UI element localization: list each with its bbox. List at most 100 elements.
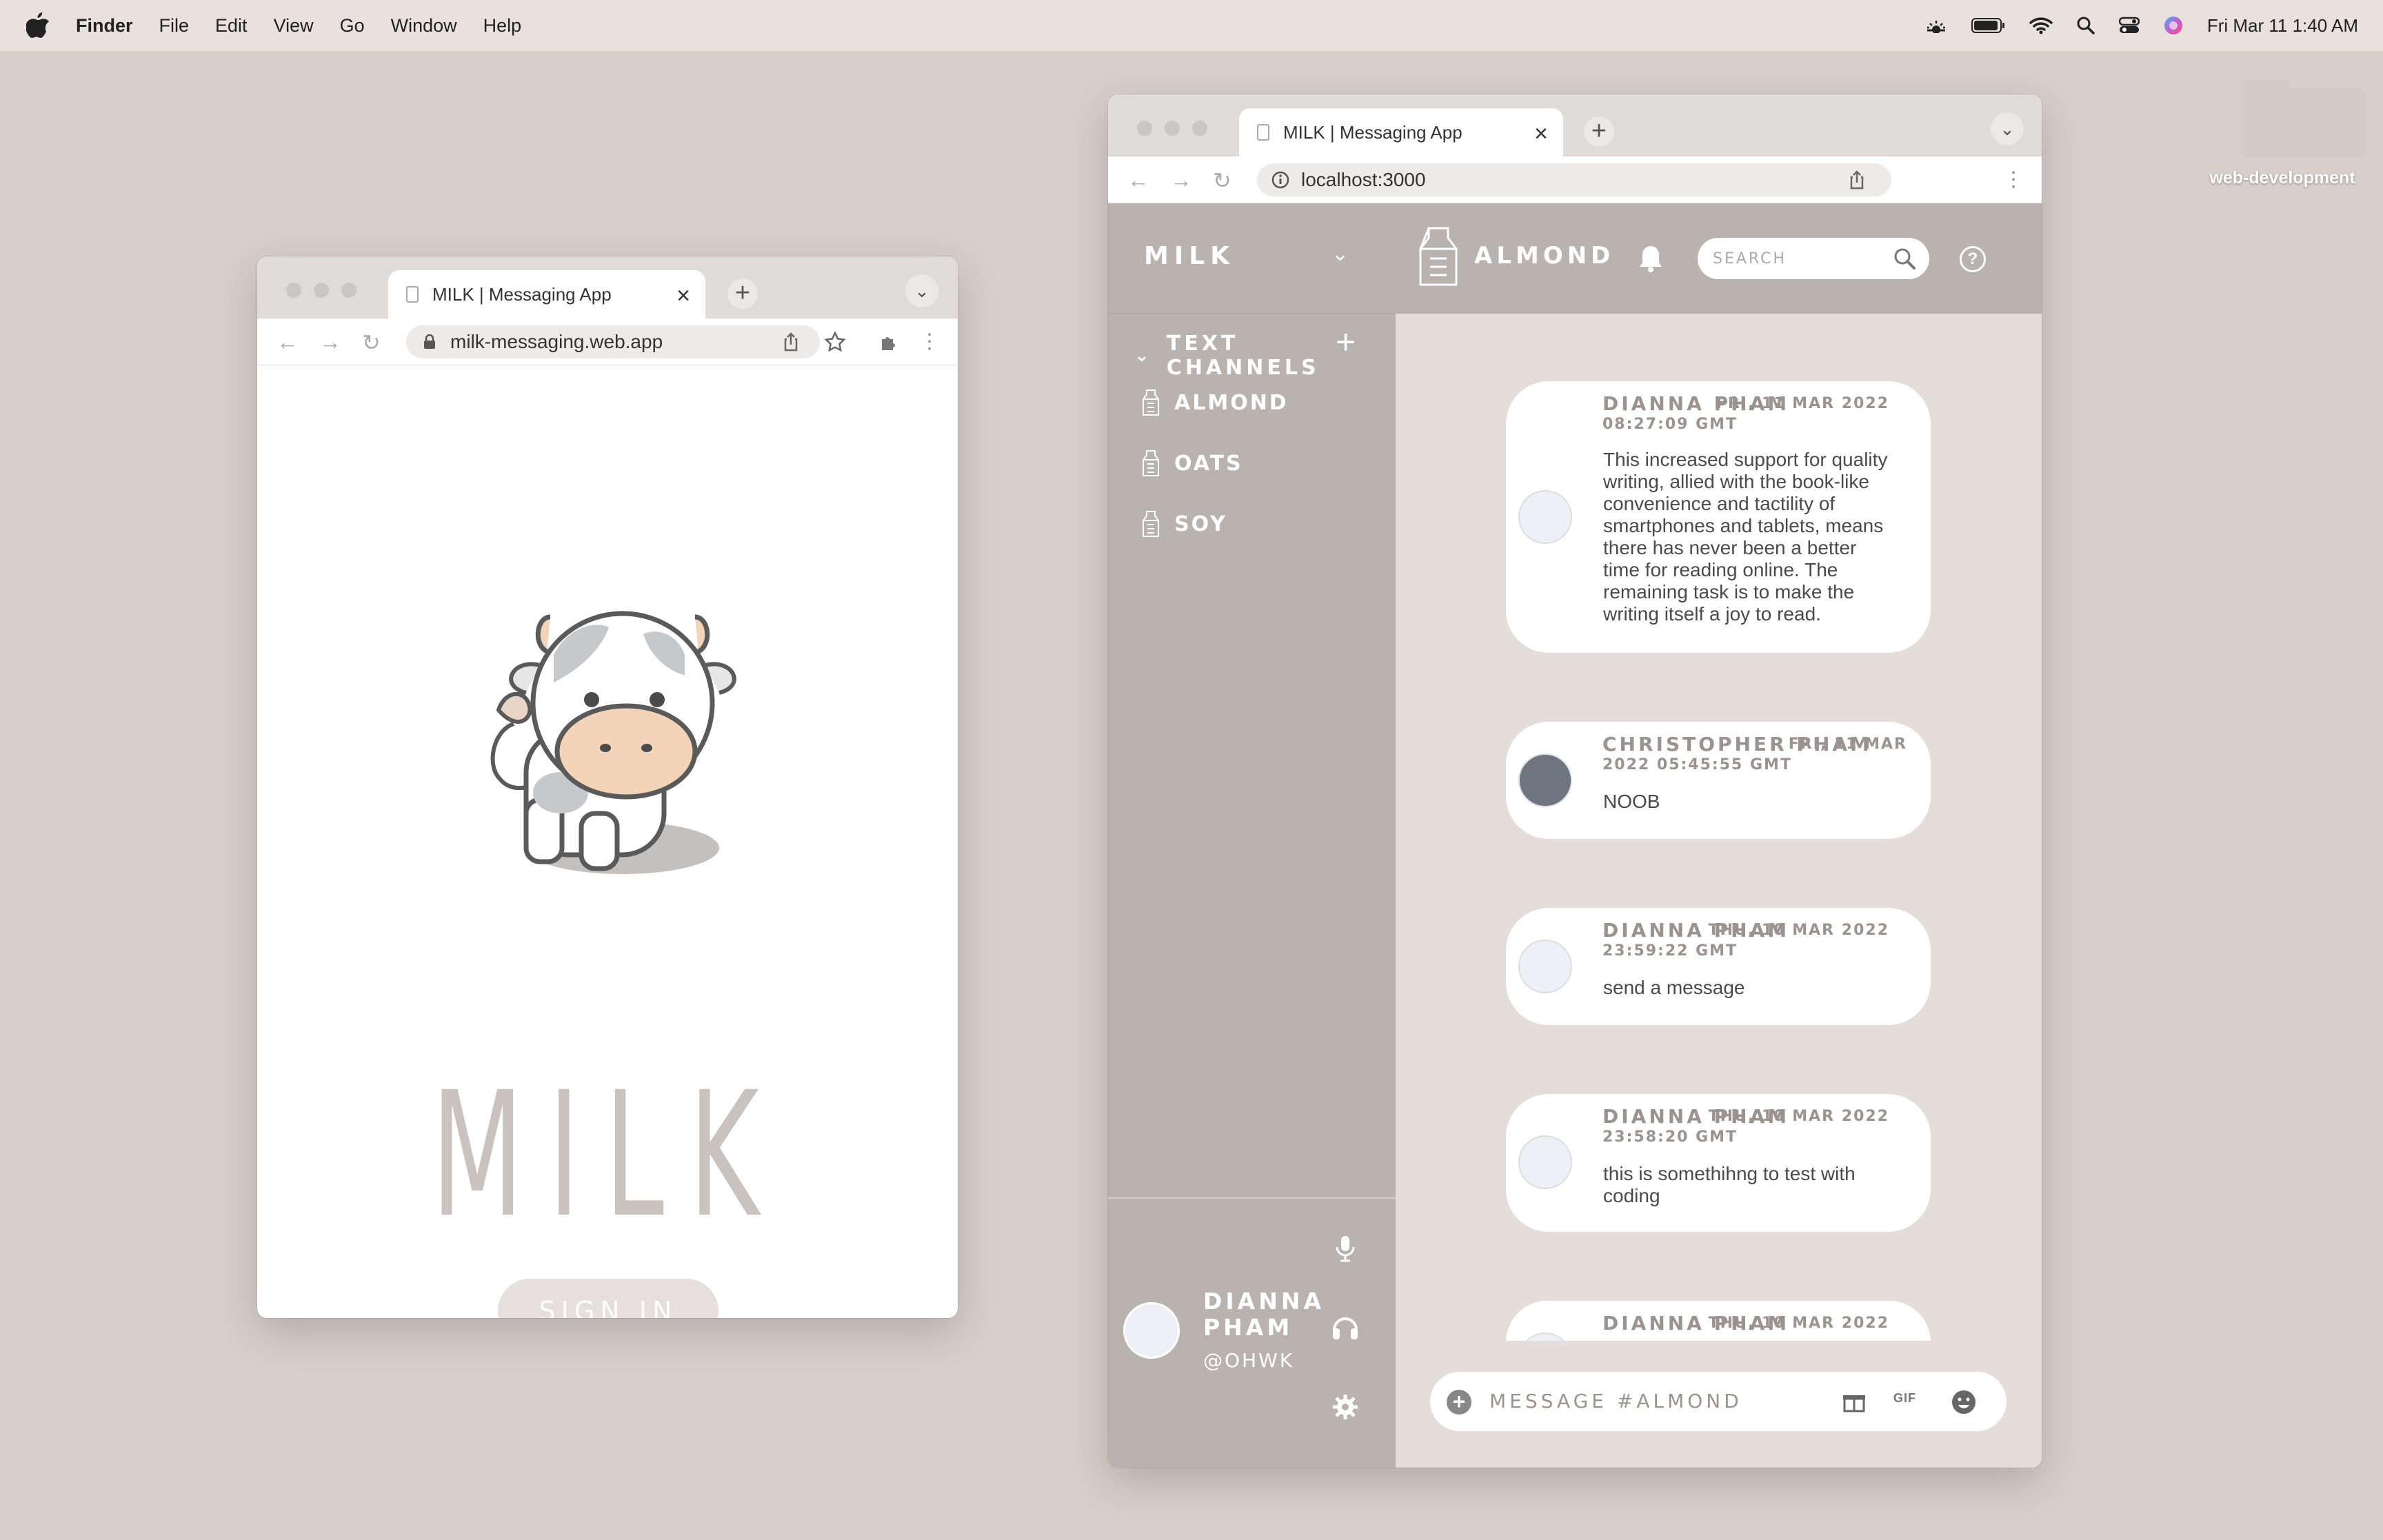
url-text: localhost:3000 [1301, 169, 1426, 190]
tab-title: MILK | Messaging App [432, 283, 612, 305]
add-channel-button[interactable]: + [1336, 322, 1356, 362]
menu-go[interactable]: Go [340, 15, 365, 37]
window-controls[interactable] [286, 283, 369, 298]
cow-logo [490, 611, 736, 874]
message-date: FRI, 11 MAR [1788, 736, 1907, 753]
search-input[interactable]: SEARCH [1698, 238, 1929, 279]
spotlight-icon[interactable] [2076, 16, 2095, 35]
control-center-icon[interactable] [2118, 17, 2140, 34]
extensions-icon[interactable] [878, 331, 900, 353]
message-date: THU, 10 MAR 2022 [1708, 1315, 1889, 1332]
user-handle: @OHWK [1203, 1349, 1295, 1372]
channel-label: ALMOND [1174, 390, 1289, 415]
headphones-icon[interactable] [1330, 1312, 1360, 1342]
forward-icon[interactable]: → [1170, 168, 1192, 193]
browser-menu-icon[interactable]: ⋮ [2003, 168, 2024, 192]
new-tab-button[interactable]: + [1584, 116, 1614, 147]
server-header[interactable]: MILK ⌄ [1108, 203, 1396, 314]
add-attachment-button[interactable]: + [1447, 1390, 1471, 1415]
chevron-down-icon[interactable]: ⌄ [1331, 242, 1349, 266]
text-channels-header[interactable]: ⌄ TEXT CHANNELS [1134, 332, 1396, 380]
wifi-icon[interactable] [2029, 17, 2053, 34]
address-bar[interactable]: localhost:3000 [1257, 163, 1891, 196]
author-avatar[interactable] [1518, 1333, 1572, 1341]
desktop-folder-icon[interactable] [2234, 76, 2365, 172]
gear-icon[interactable] [1330, 1392, 1360, 1422]
reload-icon[interactable]: ↻ [362, 330, 381, 356]
tab-search-chevron-icon[interactable]: ⌄ [905, 274, 938, 307]
message-card: DIANNA PHAM THU, 10 MAR 2022 [1506, 1301, 1931, 1341]
menubar-status: Fri Mar 11 1:40 AM [1924, 0, 2383, 51]
info-icon [1271, 171, 1289, 189]
bookmark-star-icon[interactable] [824, 331, 846, 353]
close-tab-icon[interactable]: × [1534, 121, 1548, 148]
menu-window[interactable]: Window [391, 15, 457, 37]
message-date: FRI, 11 MAR 2022 [1716, 395, 1889, 412]
channel-label: SOY [1174, 511, 1227, 536]
reload-icon[interactable]: ↻ [1213, 168, 1231, 194]
close-tab-icon[interactable]: × [676, 283, 690, 310]
menu-edit[interactable]: Edit [215, 15, 248, 37]
browser-menu-icon[interactable]: ⋮ [919, 330, 940, 354]
address-bar[interactable]: milk-messaging.web.app [406, 325, 820, 358]
battery-icon[interactable] [1971, 17, 2006, 34]
milk-carton-icon [1143, 511, 1159, 537]
share-icon[interactable] [780, 331, 802, 353]
back-icon[interactable]: ← [1127, 168, 1149, 193]
url-text: milk-messaging.web.app [450, 331, 663, 352]
message-time: 08:27:09 GMT [1602, 416, 1738, 433]
author-avatar[interactable] [1518, 1135, 1572, 1189]
browser-window-chat: MILK | Messaging App × + ⌄ ← → ↻ localho… [1108, 94, 2042, 1468]
chevron-down-icon[interactable]: ⌄ [1134, 345, 1153, 366]
message-date: THU, 10 MAR 2022 [1708, 922, 1889, 939]
author-avatar[interactable] [1518, 753, 1572, 807]
message-card: DIANNA PHAM FRI, 11 MAR 2022 08:27:09 GM… [1506, 381, 1931, 653]
back-icon[interactable]: ← [276, 330, 299, 355]
user-avatar[interactable] [1123, 1302, 1180, 1359]
emoji-icon[interactable] [1950, 1388, 1978, 1416]
microphone-icon[interactable] [1330, 1233, 1360, 1264]
message-feed[interactable]: DIANNA PHAM FRI, 11 MAR 2022 08:27:09 GM… [1396, 314, 2042, 1341]
message-card: CHRISTOPHER PHAM FRI, 11 MAR 2022 05:45:… [1506, 722, 1931, 839]
new-tab-button[interactable]: + [727, 278, 758, 309]
lock-icon [424, 334, 435, 349]
share-icon[interactable] [1846, 169, 1868, 191]
gift-icon[interactable] [1841, 1388, 1867, 1415]
menubar: Finder File Edit View Go Window Help Fri… [0, 0, 2383, 51]
brightness-icon[interactable] [1924, 18, 1948, 33]
browser-tab-active[interactable]: MILK | Messaging App × [388, 270, 705, 318]
menubar-clock[interactable]: Fri Mar 11 1:40 AM [2207, 15, 2358, 37]
message-text: This increased support for quality writi… [1603, 449, 1888, 625]
menu-app-name[interactable]: Finder [76, 15, 133, 37]
channel-header: ALMOND SEARCH ? [1396, 203, 2042, 314]
user-name: DIANNA PHAM [1203, 1288, 1325, 1341]
desktop-folder-label[interactable]: web-development [2193, 168, 2372, 188]
message-composer[interactable]: + MESSAGE #ALMOND GIF [1430, 1372, 2007, 1431]
menu-view[interactable]: View [274, 15, 314, 37]
browser-tab-active[interactable]: MILK | Messaging App × [1239, 108, 1563, 156]
menu-help[interactable]: Help [483, 15, 522, 37]
milk-logo-text: MILK [431, 1055, 784, 1255]
message-text: NOOB [1603, 791, 1660, 812]
search-placeholder: SEARCH [1713, 250, 1787, 267]
apple-icon[interactable] [26, 12, 50, 39]
search-icon[interactable] [1892, 246, 1917, 271]
tab-search-chevron-icon[interactable]: ⌄ [1991, 112, 2024, 145]
sidebar: MILK ⌄ ⌄ TEXT CHANNELS + ALMOND OATS SOY [1108, 203, 1396, 1468]
message-card: DIANNA PHAM THU, 10 MAR 2022 23:58:20 GM… [1506, 1094, 1931, 1232]
author-avatar[interactable] [1518, 940, 1572, 993]
siri-icon[interactable] [2163, 15, 2184, 36]
gif-button[interactable]: GIF [1893, 1391, 1916, 1406]
window-controls[interactable] [1137, 121, 1220, 136]
channel-label: OATS [1174, 451, 1243, 476]
channel-item-soy[interactable]: SOY [1143, 511, 1227, 537]
author-avatar[interactable] [1518, 490, 1572, 544]
channel-item-almond[interactable]: ALMOND [1143, 389, 1289, 416]
help-icon[interactable]: ? [1960, 246, 1986, 272]
sign-in-button[interactable]: SIGN IN [498, 1279, 718, 1318]
message-input[interactable]: MESSAGE #ALMOND [1489, 1390, 1742, 1412]
channel-item-oats[interactable]: OATS [1143, 450, 1243, 476]
menu-file[interactable]: File [159, 15, 190, 37]
forward-icon[interactable]: → [319, 330, 341, 355]
bell-icon[interactable] [1637, 243, 1665, 274]
